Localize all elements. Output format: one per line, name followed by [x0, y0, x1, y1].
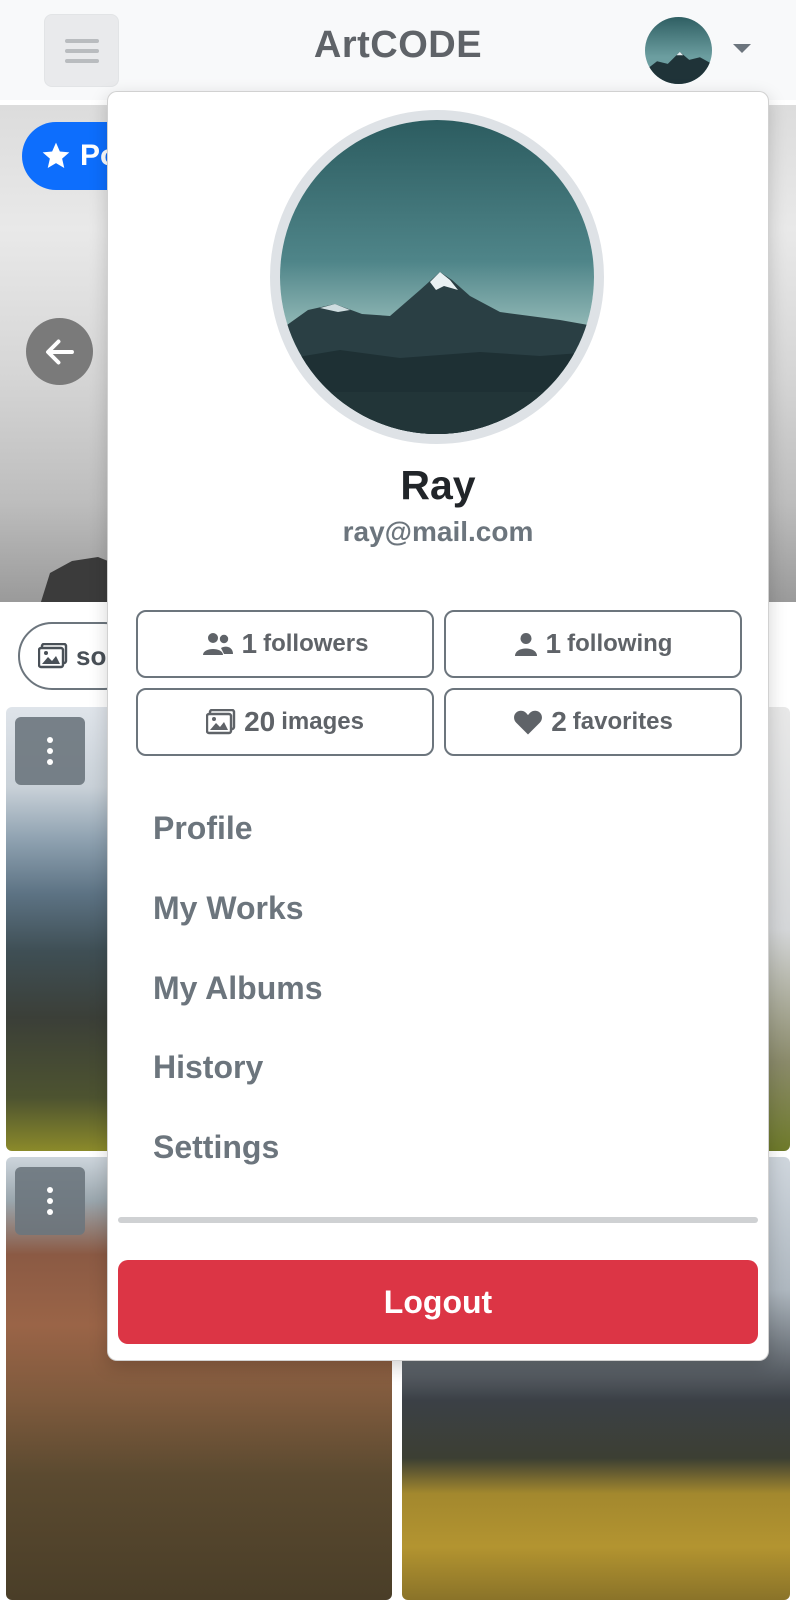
dot [47, 748, 53, 754]
favorites-count: 2 [551, 706, 567, 737]
image-options-button[interactable] [15, 717, 85, 785]
star-icon [42, 142, 70, 168]
profile-avatar[interactable] [270, 110, 604, 444]
menu-item-my-works[interactable]: My Works [153, 890, 304, 927]
mountain-avatar-image [645, 17, 712, 84]
following-label: following [567, 630, 673, 657]
dot [47, 737, 53, 743]
images-label: images [281, 708, 364, 735]
followers-button[interactable]: 1 followers [136, 610, 434, 678]
back-button[interactable] [26, 318, 93, 385]
user-name: Ray [400, 462, 476, 508]
user-icon [514, 633, 537, 656]
menu-item-profile[interactable]: Profile [153, 810, 253, 847]
images-button[interactable]: 20 images [136, 688, 434, 756]
chevron-down-icon[interactable] [733, 44, 751, 53]
images-icon [206, 709, 236, 735]
filter-chip-label: so [76, 640, 107, 671]
mountain-avatar-image [280, 120, 594, 434]
menu-divider [118, 1217, 758, 1223]
image-icon [38, 643, 68, 669]
logout-button[interactable]: Logout [118, 1260, 758, 1344]
followers-count: 1 [241, 628, 258, 659]
arrow-left-icon [45, 339, 74, 364]
favorites-label: favorites [572, 708, 673, 735]
followers-label: followers [263, 630, 369, 657]
images-count: 20 [244, 706, 276, 737]
following-button[interactable]: 1 following [444, 610, 742, 678]
dot [47, 1187, 53, 1193]
favorites-button[interactable]: 2 favorites [444, 688, 742, 756]
dot [47, 1198, 53, 1204]
menu-item-settings[interactable]: Settings [153, 1129, 279, 1166]
user-email: ray@mail.com [342, 516, 534, 547]
menu-item-history[interactable]: History [153, 1049, 263, 1086]
image-options-button[interactable] [15, 1167, 85, 1235]
heart-icon [514, 710, 543, 735]
users-icon [202, 633, 233, 655]
menu-item-my-albums[interactable]: My Albums [153, 970, 323, 1007]
dot [47, 1209, 53, 1215]
following-count: 1 [545, 628, 562, 659]
top-navbar: ArtCODE [0, 0, 796, 100]
user-avatar-button[interactable] [645, 17, 712, 84]
dot [47, 759, 53, 765]
user-dropdown-menu: Ray ray@mail.com 1 followers 1 following… [107, 91, 769, 1361]
